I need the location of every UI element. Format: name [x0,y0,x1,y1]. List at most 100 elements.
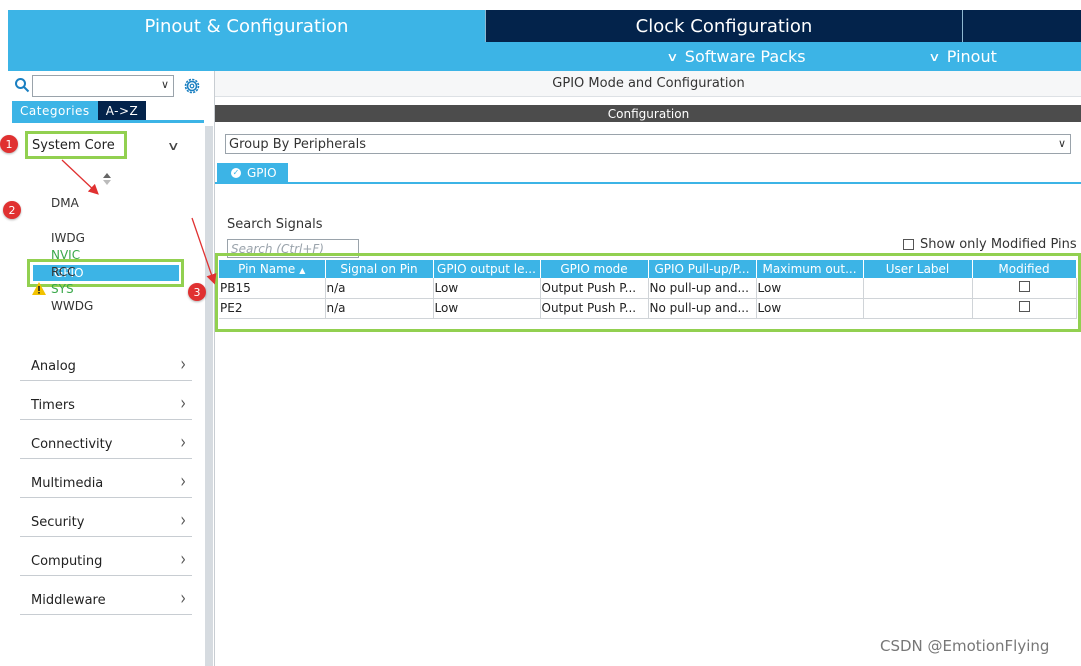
category-security[interactable]: Security › [20,509,192,537]
cell-modified [972,298,1077,319]
col-mode[interactable]: GPIO mode [540,260,649,278]
table-row[interactable]: PE2 n/a Low Output Push P... No pull-up … [219,298,1077,319]
chevron-right-icon: › [180,353,186,377]
main-panel: GPIO Mode and Configuration Configuratio… [214,71,1081,666]
group-by-select[interactable]: Group By Peripherals ∨ [225,134,1071,154]
category-analog-label: Analog [31,359,76,374]
col-output-level[interactable]: GPIO output le... [433,260,541,278]
modified-checkbox[interactable] [1018,301,1030,312]
col-pin-name[interactable]: Pin Name ▲ [219,260,326,278]
cell-pull: No pull-up and... [648,298,757,319]
category-middleware[interactable]: Middleware › [20,587,192,615]
chevron-down-icon: ∨ [928,49,941,64]
mode-title: GPIO Mode and Configuration [215,71,1081,97]
chevron-down-icon[interactable]: ∨ [1058,137,1066,150]
category-multimedia[interactable]: Multimedia › [20,470,192,498]
tab-categories[interactable]: Categories [12,101,98,120]
left-panel: ∨ Categories A->Z System Core ∨ DMA GPIO… [8,71,213,666]
cell-level: Low [433,278,541,299]
check-circle-icon: ✓ [231,167,241,178]
col-modified[interactable]: Modified [972,260,1077,278]
peripheral-iwdg[interactable]: IWDG [51,231,85,245]
tab-extra[interactable] [962,10,1081,42]
chevron-right-icon: › [180,509,186,533]
tab-pinout-configuration[interactable]: Pinout & Configuration [8,10,485,42]
sub-menu-bar: ∨ Software Packs ∨ Pinout [8,42,1081,71]
cell-user-label[interactable] [863,298,973,319]
category-timers-label: Timers [31,398,75,413]
peripheral-sys[interactable]: SYS [51,282,74,296]
show-modified-checkbox[interactable] [903,239,914,250]
pinout-menu-label: Pinout [946,47,997,66]
tab-a-to-z[interactable]: A->Z [97,101,147,120]
peripheral-rcc[interactable]: RCC [51,265,76,279]
category-middleware-label: Middleware [31,593,106,608]
peripheral-wwdg[interactable]: WWDG [51,299,93,313]
category-analog[interactable]: Analog › [20,353,192,381]
top-tab-bar: Pinout & Configuration Clock Configurati… [8,10,1081,42]
cell-speed: Low [756,298,864,319]
cell-speed: Low [756,278,864,299]
category-computing[interactable]: Computing › [20,548,192,576]
tab-gpio-label: GPIO [247,165,277,180]
annotation-marker-1: 1 [0,135,18,153]
tab-clock-configuration[interactable]: Clock Configuration [485,10,962,42]
category-connectivity[interactable]: Connectivity › [20,431,192,459]
chevron-down-icon[interactable]: ∨ [167,139,180,153]
category-tabs: Categories A->Z [12,101,147,120]
sort-ascending-icon: ▲ [299,266,306,275]
col-user-label[interactable]: User Label [863,260,973,278]
category-security-label: Security [31,515,85,530]
system-core-label: System Core [32,137,115,153]
category-timers[interactable]: Timers › [20,392,192,420]
chevron-down-icon: ∨ [666,49,679,64]
left-panel-scrollbar[interactable] [205,126,213,666]
cell-pull: No pull-up and... [648,278,757,299]
col-pin-name-label: Pin Name [238,262,296,276]
category-multimedia-label: Multimedia [31,476,104,491]
show-modified-option[interactable]: Show only Modified Pins [903,237,1077,252]
pinout-menu[interactable]: ∨ Pinout [928,42,997,71]
category-search-input[interactable]: ∨ [32,75,174,97]
chevron-right-icon: › [180,431,186,455]
software-packs-label: Software Packs [684,47,806,66]
system-core-category[interactable]: System Core [25,131,127,159]
cell-modified [972,278,1077,299]
modified-checkbox[interactable] [1018,280,1030,292]
chevron-down-icon[interactable]: ∨ [161,78,169,91]
peripheral-dma[interactable]: DMA [51,196,79,210]
sort-icon[interactable] [102,173,112,185]
tab-underline [215,182,1081,184]
cell-pin: PE2 [219,298,326,319]
software-packs-menu[interactable]: ∨ Software Packs [666,42,806,71]
cell-signal: n/a [325,278,434,299]
watermark: CSDN @EmotionFlying [880,637,1050,655]
gpio-table: Pin Name ▲ Signal on Pin GPIO output le..… [219,260,1077,319]
category-computing-label: Computing [31,554,103,569]
category-search-row: ∨ [12,75,202,97]
app-window: Pinout & Configuration Clock Configurati… [8,10,1081,666]
col-signal[interactable]: Signal on Pin [325,260,434,278]
tab-underline [12,120,204,123]
search-signals-label: Search Signals [227,217,323,232]
chevron-right-icon: › [180,587,186,611]
table-header-row: Pin Name ▲ Signal on Pin GPIO output le..… [219,260,1077,278]
annotation-marker-3: 3 [188,283,206,301]
cell-pin: PB15 [219,278,326,299]
search-icon[interactable] [14,77,30,93]
show-modified-label: Show only Modified Pins [920,237,1077,252]
col-max-output[interactable]: Maximum out... [756,260,864,278]
tab-gpio[interactable]: ✓ GPIO [217,163,288,182]
chevron-right-icon: › [180,548,186,572]
chevron-right-icon: › [180,392,186,416]
cell-mode: Output Push P... [540,298,649,319]
category-connectivity-label: Connectivity [31,437,113,452]
table-row[interactable]: PB15 n/a Low Output Push P... No pull-up… [219,278,1077,299]
col-pull[interactable]: GPIO Pull-up/P... [648,260,757,278]
warning-icon [32,282,46,295]
gear-icon[interactable] [182,76,202,96]
cell-signal: n/a [325,298,434,319]
cell-user-label[interactable] [863,278,973,299]
peripheral-nvic[interactable]: NVIC [51,248,80,262]
annotation-marker-2: 2 [3,201,21,219]
